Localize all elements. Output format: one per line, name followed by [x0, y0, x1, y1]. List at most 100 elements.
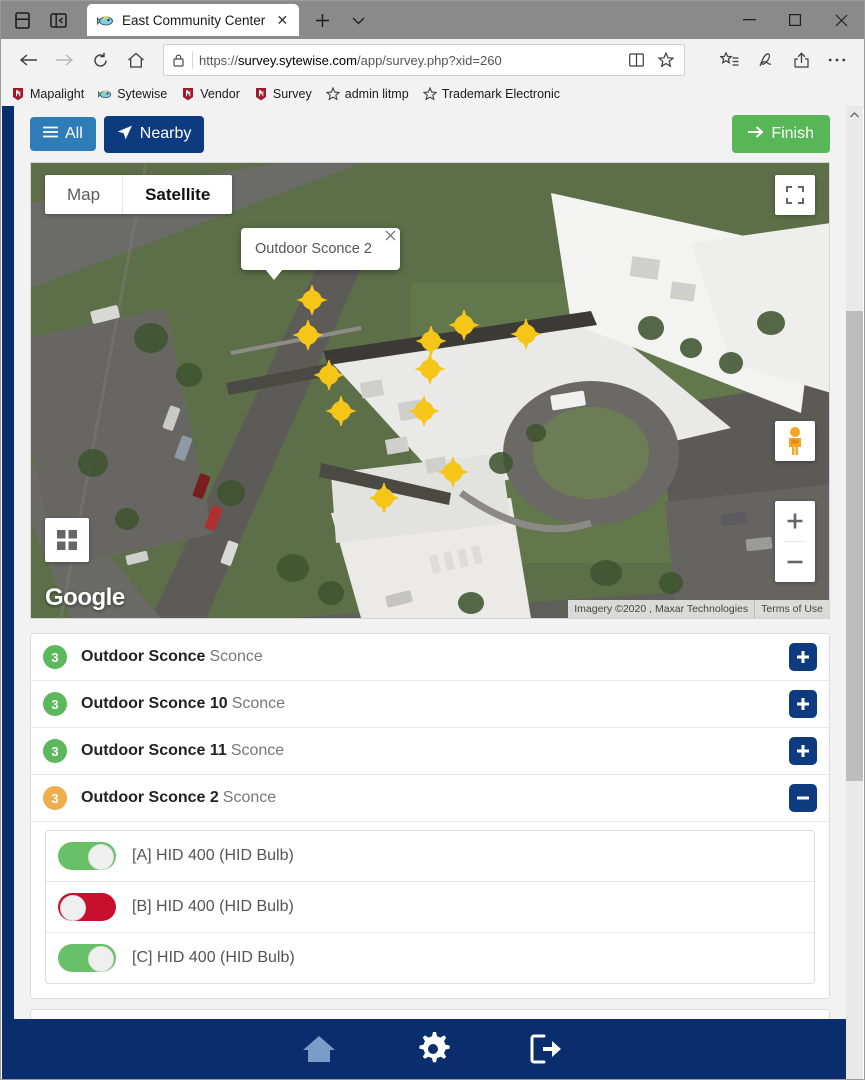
sconce-marker-icon[interactable]: [415, 325, 447, 357]
expand-button[interactable]: [789, 737, 817, 765]
sconce-marker-icon[interactable]: [414, 353, 446, 385]
hamburger-icon: [43, 126, 58, 142]
lamp-toggle-b[interactable]: [58, 893, 116, 921]
fixture-type: Sconce: [230, 742, 285, 759]
plus-icon: [797, 698, 809, 710]
map-markers-layer: [292, 284, 542, 514]
nearby-button[interactable]: Nearby: [103, 115, 205, 153]
sconce-marker-icon[interactable]: [313, 359, 345, 391]
bookmark-survey[interactable]: Survey: [254, 87, 312, 101]
street-view-pegman-button[interactable]: [775, 421, 815, 461]
fixture-label: Outdoor Sconce 10 Sconce: [81, 695, 285, 713]
browser-tab[interactable]: East Community Center ✕: [87, 4, 300, 36]
new-tab-button[interactable]: [309, 5, 335, 35]
window-maximize-button[interactable]: [772, 1, 818, 39]
zoom-in-button[interactable]: [775, 501, 815, 541]
map-type-satellite[interactable]: Satellite: [122, 175, 232, 214]
bookmark-sytewise[interactable]: Sytewise: [98, 87, 167, 101]
status-badge: 3: [43, 645, 67, 669]
share-icon[interactable]: [784, 44, 818, 76]
bookmark-label: Trademark Electronic: [441, 87, 561, 101]
expand-button[interactable]: [789, 643, 817, 671]
fixture-row-3[interactable]: 3 Outdoor Sconce 2 Sconce: [31, 775, 829, 822]
sconce-marker-icon[interactable]: [368, 482, 400, 514]
lamp-label: [B] HID 400 (HID Bulb): [132, 898, 294, 915]
terms-of-use-link[interactable]: Terms of Use: [754, 600, 829, 618]
sconce-marker-icon[interactable]: [325, 395, 357, 427]
browser-nav-bar: https://survey.sytewise.com/app/survey.p…: [1, 39, 864, 81]
fullscreen-icon: [786, 186, 804, 204]
finish-button[interactable]: Finish: [732, 115, 830, 153]
window-minimize-button[interactable]: [726, 1, 772, 39]
lamp-toggle-c[interactable]: [58, 944, 116, 972]
status-badge: 3: [43, 692, 67, 716]
fixture-label: Outdoor Sconce 11 Sconce: [81, 742, 284, 760]
browser-title-bar: East Community Center ✕: [1, 1, 864, 39]
all-button-label: All: [65, 125, 83, 142]
plus-icon: [797, 745, 809, 757]
sconce-marker-icon[interactable]: [437, 456, 469, 488]
lamp-panel: [A] HID 400 (HID Bulb) [B] HID 400 (HID …: [31, 822, 829, 998]
collapse-button[interactable]: [789, 784, 817, 812]
nav-logout-button[interactable]: [525, 1027, 569, 1071]
info-window-close-icon[interactable]: [385, 230, 396, 243]
finish-button-label: Finish: [771, 125, 814, 142]
map-grid-button[interactable]: [45, 518, 89, 562]
sconce-marker-icon[interactable]: [448, 309, 480, 341]
forward-button[interactable]: [47, 44, 81, 76]
sconce-marker-icon[interactable]: [292, 319, 324, 351]
lamp-toggle-a[interactable]: [58, 842, 116, 870]
tab-list-chevron-down-icon[interactable]: [345, 5, 371, 35]
bookmark-mapalight[interactable]: Mapalight: [11, 87, 84, 101]
set-aside-tabs-icon[interactable]: [45, 7, 71, 33]
nav-home-button[interactable]: [297, 1027, 341, 1071]
sconce-marker-icon[interactable]: [296, 284, 328, 316]
map-attribution: Imagery ©2020 , Maxar Technologies Terms…: [568, 600, 829, 618]
fullscreen-button[interactable]: [775, 175, 815, 215]
location-arrow-icon: [117, 125, 133, 144]
home-button[interactable]: [119, 44, 153, 76]
sconce-marker-icon[interactable]: [510, 318, 542, 350]
favorites-hub-icon[interactable]: [712, 44, 746, 76]
minus-icon: [787, 560, 803, 564]
bookmark-trademark-electronic[interactable]: Trademark Electronic: [422, 86, 561, 101]
more-options-icon[interactable]: [820, 44, 854, 76]
fixture-row-2[interactable]: 3 Outdoor Sconce 11 Sconce: [31, 728, 829, 775]
map-type-map[interactable]: Map: [45, 175, 122, 214]
bookmark-label: Mapalight: [30, 87, 85, 101]
gear-icon: [418, 1032, 450, 1063]
sytewise-fish-icon: [98, 87, 112, 101]
map-container[interactable]: Map Satellite Outdoor Sconce 2 Google Im…: [30, 162, 830, 619]
tab-close-icon[interactable]: ✕: [273, 11, 291, 29]
status-badge: 3: [43, 786, 67, 810]
fixture-type: Sconce: [209, 648, 263, 665]
bookmark-admin-litmp[interactable]: admin litmp: [325, 86, 409, 101]
scroll-up-arrow-icon[interactable]: [846, 106, 863, 123]
scrollbar-thumb[interactable]: [846, 311, 863, 781]
address-bar[interactable]: https://survey.sytewise.com/app/survey.p…: [163, 44, 685, 76]
expand-button[interactable]: [789, 690, 817, 718]
minus-icon: [797, 796, 809, 800]
bookmark-label: admin litmp: [344, 87, 409, 101]
star-outline-icon: [422, 86, 438, 101]
reading-view-icon[interactable]: [624, 53, 648, 67]
window-close-button[interactable]: [818, 1, 864, 39]
fixture-label: Outdoor Sconce Sconce: [81, 648, 263, 666]
hub-icon[interactable]: [9, 7, 35, 33]
page-scrollbar[interactable]: [846, 106, 863, 1079]
fixture-row-1[interactable]: 3 Outdoor Sconce 10 Sconce: [31, 681, 829, 728]
web-notes-icon[interactable]: [748, 44, 782, 76]
refresh-button[interactable]: [83, 44, 117, 76]
back-button[interactable]: [11, 44, 45, 76]
zoom-out-button[interactable]: [775, 542, 815, 582]
toggle-knob: [88, 946, 114, 972]
lamp-row-b: [B] HID 400 (HID Bulb): [46, 882, 814, 933]
fixture-row-0[interactable]: 3 Outdoor Sconce Sconce: [31, 634, 829, 681]
bookmark-vendor[interactable]: Vendor: [181, 87, 240, 101]
bookmarks-bar: Mapalight Sytewise Vendor Survey admin l…: [1, 81, 864, 108]
sconce-marker-icon[interactable]: [408, 395, 440, 427]
nav-settings-button[interactable]: [411, 1027, 455, 1071]
toggle-knob: [60, 895, 86, 921]
all-button[interactable]: All: [30, 117, 96, 151]
favorite-star-icon[interactable]: [654, 52, 678, 68]
